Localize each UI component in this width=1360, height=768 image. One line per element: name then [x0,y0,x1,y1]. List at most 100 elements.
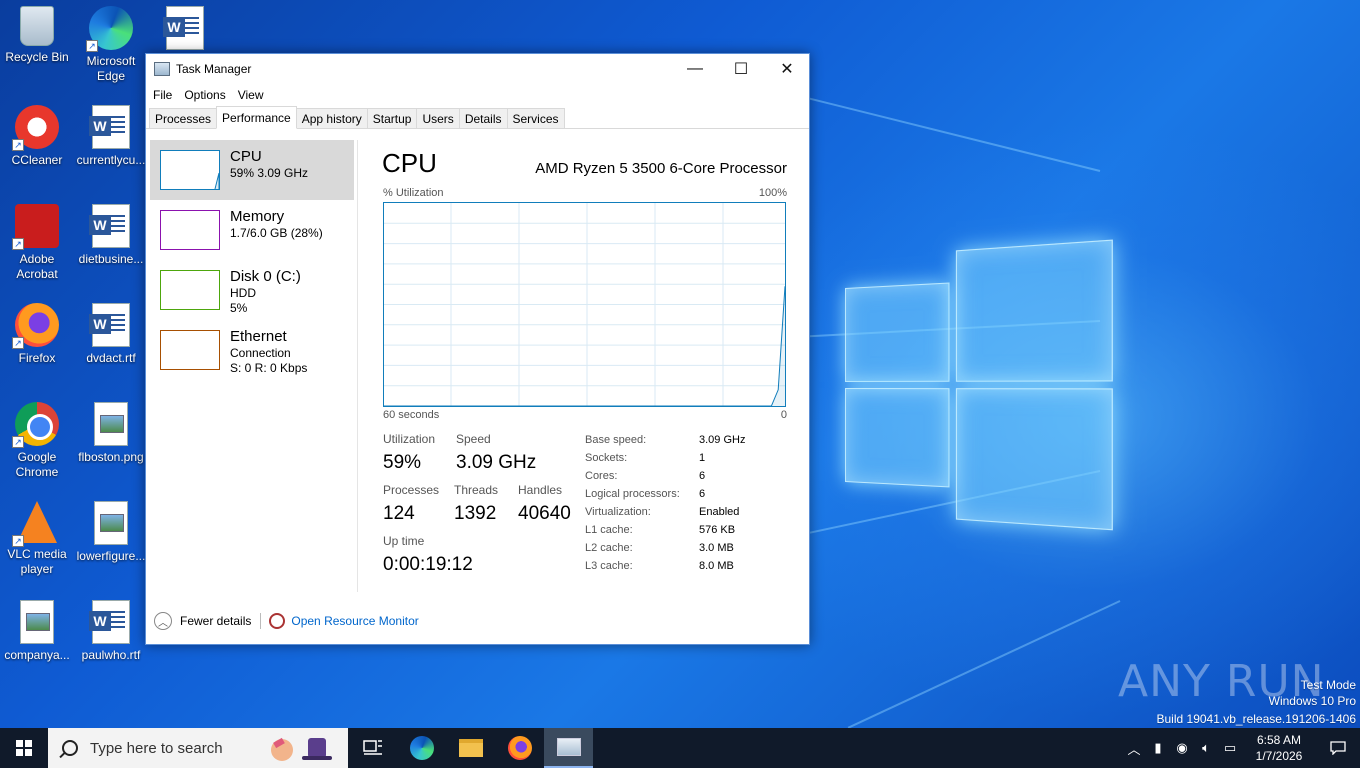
taskbar-search-box[interactable]: Type here to search [48,728,348,768]
resource-item-cpu[interactable]: CPU 59% 3.09 GHz [150,140,354,200]
tab-startup[interactable]: Startup [366,108,418,128]
desktop-icon[interactable]: Wdietbusine... [74,204,148,267]
word-icon: W [89,204,130,248]
task-manager-icon [154,62,170,76]
taskbar-file-explorer[interactable] [446,728,495,768]
graph-time-zero-label: 0 [780,409,787,421]
resource-mini-graph [160,270,220,310]
meet-now-icon[interactable]: ◉ [1170,728,1194,768]
resource-item-disk[interactable]: Disk 0 (C:) HDD 5% [150,260,354,320]
menu-options[interactable]: Options [184,88,225,102]
processes-value: 124 [383,503,415,524]
menu-file[interactable]: File [153,88,172,102]
resource-item-memory[interactable]: Memory 1.7/6.0 GB (28%) [150,200,354,260]
desktop-icon[interactable]: W [148,6,222,54]
desktop-icon[interactable]: Wpaulwho.rtf [74,600,148,663]
spec-value: 3.09 GHz [699,434,746,446]
taskbar-firefox[interactable] [495,728,544,768]
taskbar-edge[interactable] [397,728,446,768]
taskbar-task-manager[interactable] [544,728,593,768]
spec-value: Enabled [699,506,740,518]
spec-value: 8.0 MB [699,560,734,572]
window-title: Task Manager [176,62,252,76]
spec-value: 1 [699,452,706,464]
build-text: Build 19041.vb_release.191206-1406 [1156,712,1357,726]
resource-detail-1: 1.7/6.0 GB (28%) [230,226,323,240]
menu-view[interactable]: View [238,88,264,102]
spec-value: 576 KB [699,524,736,536]
tab-users[interactable]: Users [416,108,460,128]
desktop-icon[interactable]: lowerfigure... [74,501,148,564]
resource-monitor-icon [269,613,286,629]
desktop-icon-label: CCleaner [11,153,63,167]
desktop-icon[interactable]: flboston.png [74,402,148,465]
resource-name: Disk 0 (C:) [230,268,301,285]
word-icon: W [89,105,130,149]
shortcut-arrow-icon: ↗ [12,238,24,250]
tab-details[interactable]: Details [458,108,508,128]
desktop-icon[interactable]: Wcurrentlycu... [74,105,148,168]
desktop-icon-label: Recycle Bin [5,50,69,64]
tab-services[interactable]: Services [506,108,565,128]
fewer-details-link[interactable]: Fewer details [180,614,251,628]
footer-divider [260,613,262,629]
resource-detail-1: Connection [230,346,291,360]
notification-center-icon[interactable] [1316,728,1360,768]
close-button[interactable]: ✕ [764,54,810,84]
cpu-heading: CPU [382,148,437,178]
spec-label: L2 cache: [585,542,633,554]
graph-grid [384,203,785,406]
clock-time: 6:58 AM [1256,733,1302,747]
resource-mini-graph [160,210,220,250]
resource-detail-2: 5% [230,301,248,315]
tab-app-history[interactable]: App history [295,108,368,128]
open-resource-monitor-link[interactable]: Open Resource Monitor [291,614,418,628]
chevron-up-icon[interactable]: ︿ [1122,728,1146,768]
resource-item-ethernet[interactable]: Ethernet Connection S: 0 R: 0 Kbps [150,320,354,384]
windows-start-icon [16,740,32,756]
spec-label: L1 cache: [585,524,633,536]
maximize-button[interactable]: ☐ [718,54,764,84]
desktop-icon-label: lowerfigure... [76,549,146,563]
resource-mini-graph [160,330,220,370]
shortcut-arrow-icon: ↗ [12,436,24,448]
uptime-label: Up time [383,534,425,548]
volume-icon[interactable]: 🔈︎ [1194,728,1218,768]
title-bar[interactable]: Task Manager — ☐ ✕ [146,54,809,84]
network-icon[interactable]: ▭ [1218,728,1242,768]
shortcut-arrow-icon: ↗ [12,337,24,349]
desktop-icon-label: currentlycu... [76,153,146,167]
spec-value: 3.0 MB [699,542,734,554]
spec-label: Base speed: [585,434,647,446]
resource-text: Ethernet Connection S: 0 R: 0 Kbps [230,320,307,384]
spec-value: 6 [699,488,706,500]
word-icon: W [89,303,130,347]
resource-mini-graph [160,150,220,190]
resource-text: Disk 0 (C:) HDD 5% [230,260,301,320]
battery-icon[interactable]: ▮ [1146,728,1170,768]
desktop-icon[interactable]: ↗ VLC media player [0,501,74,577]
resource-detail-1: HDD [230,286,256,300]
desktop-icon[interactable]: ↗ Microsoft Edge [74,6,148,84]
desktop-icon[interactable]: Recycle Bin [0,6,74,65]
utilization-label: Utilization [383,432,436,446]
taskbar-clock[interactable]: 6:58 AM 1/7/2026 [1242,732,1316,764]
utilization-value: 59% [383,452,422,473]
desktop-icon[interactable]: companya... [0,600,74,663]
desktop-icon[interactable]: ↗ Google Chrome [0,402,74,480]
task-manager-window[interactable]: Task Manager — ☐ ✕ File Options View Pro… [145,53,810,645]
chevron-up-icon[interactable]: ︿ [154,612,172,630]
tab-processes[interactable]: Processes [149,108,218,128]
tab-performance[interactable]: Performance [216,106,297,129]
desktop-icon[interactable]: ↗ Adobe Acrobat [0,204,74,282]
cpu-model-name: AMD Ryzen 5 3500 6-Core Processor [535,160,787,177]
desktop-icon[interactable]: Wdvdact.rtf [74,303,148,366]
minimize-button[interactable]: — [672,54,718,84]
threads-value: 1392 [454,503,497,524]
task-view-icon [362,740,382,755]
task-view-button[interactable] [348,728,397,768]
desktop-icon[interactable]: ↗ CCleaner [0,105,74,168]
desktop-icon[interactable]: ↗ Firefox [0,303,74,366]
spec-label: Sockets: [585,452,628,464]
start-button[interactable] [0,728,48,768]
